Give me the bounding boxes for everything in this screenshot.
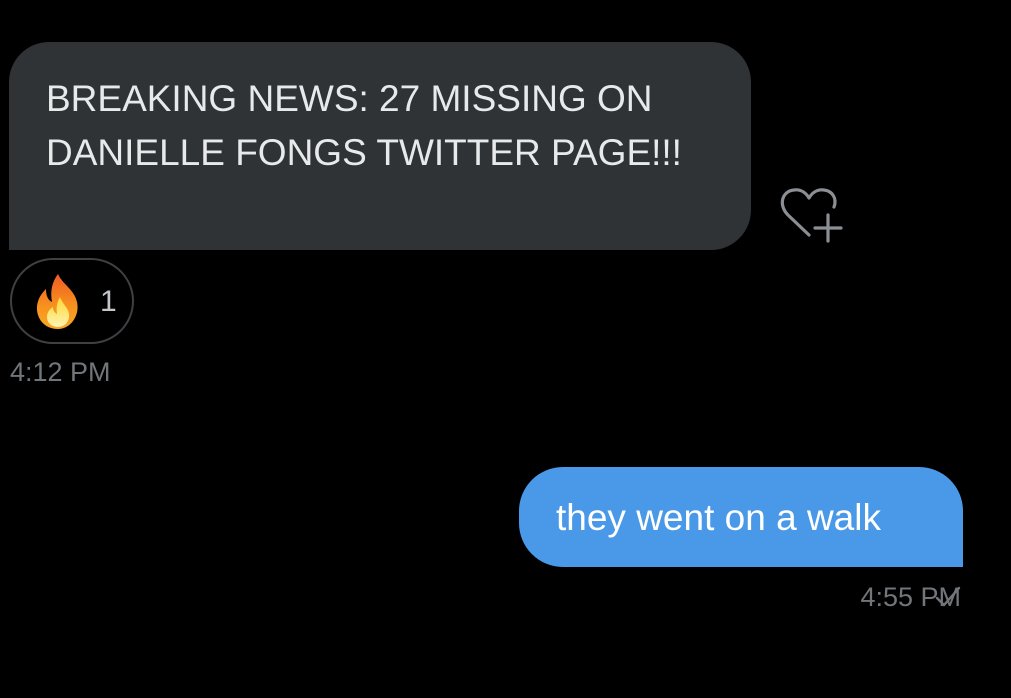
reaction-badge[interactable]: 1: [10, 258, 134, 344]
outgoing-message-bubble[interactable]: they went on a walk: [519, 467, 963, 567]
conversation-view: BREAKING NEWS: 27 MISSING ON DANIELLE FO…: [0, 0, 1011, 698]
checkmark-icon: [935, 586, 961, 607]
heart-plus-icon[interactable]: [776, 185, 846, 245]
incoming-message-bubble[interactable]: BREAKING NEWS: 27 MISSING ON DANIELLE FO…: [9, 42, 751, 250]
incoming-message-text: BREAKING NEWS: 27 MISSING ON DANIELLE FO…: [46, 78, 682, 173]
outgoing-message-text: they went on a walk: [556, 497, 881, 538]
fire-emoji-icon: [36, 274, 78, 329]
reaction-count: 1: [100, 285, 117, 318]
incoming-message-timestamp: 4:12 PM: [10, 357, 111, 387]
